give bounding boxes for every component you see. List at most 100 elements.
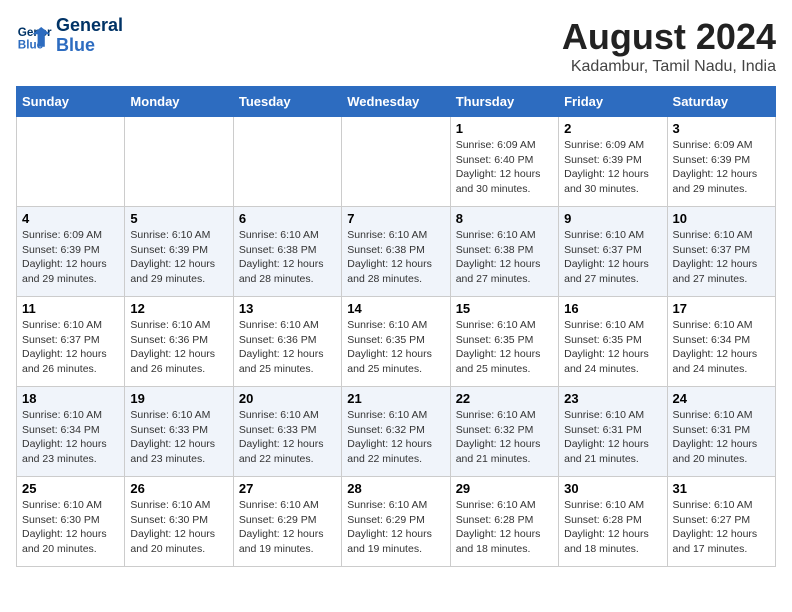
day-number: 3: [673, 121, 770, 136]
day-info: Sunrise: 6:10 AMSunset: 6:38 PMDaylight:…: [239, 228, 336, 287]
calendar-cell: 9 Sunrise: 6:10 AMSunset: 6:37 PMDaylight…: [559, 207, 667, 297]
day-info: Sunrise: 6:10 AMSunset: 6:35 PMDaylight:…: [564, 318, 661, 377]
day-number: 1: [456, 121, 553, 136]
day-info: Sunrise: 6:10 AMSunset: 6:37 PMDaylight:…: [673, 228, 770, 287]
day-number: 26: [130, 481, 227, 496]
day-info: Sunrise: 6:10 AMSunset: 6:34 PMDaylight:…: [673, 318, 770, 377]
day-info: Sunrise: 6:10 AMSunset: 6:38 PMDaylight:…: [456, 228, 553, 287]
calendar-cell: 12Sunrise: 6:10 AMSunset: 6:36 PMDayligh…: [125, 297, 233, 387]
day-info: Sunrise: 6:10 AMSunset: 6:31 PMDaylight:…: [564, 408, 661, 467]
calendar-header-row: SundayMondayTuesdayWednesdayThursdayFrid…: [17, 87, 776, 117]
day-number: 20: [239, 391, 336, 406]
calendar-week-row: 18 Sunrise: 6:10 AMSunset: 6:34 PMDayligh…: [17, 387, 776, 477]
col-header-tuesday: Tuesday: [233, 87, 341, 117]
col-header-saturday: Saturday: [667, 87, 775, 117]
calendar-cell: 26 Sunrise: 6:10 AMSunset: 6:30 PMDayligh…: [125, 477, 233, 567]
calendar-cell: 16 Sunrise: 6:10 AMSunset: 6:35 PMDayligh…: [559, 297, 667, 387]
day-info: Sunrise: 6:09 AMSunset: 6:39 PMDaylight:…: [564, 138, 661, 197]
calendar-cell: 21 Sunrise: 6:10 AMSunset: 6:32 PMDayligh…: [342, 387, 450, 477]
day-number: 16: [564, 301, 661, 316]
day-number: 14: [347, 301, 444, 316]
day-number: 9: [564, 211, 661, 226]
day-info: Sunrise: 6:10 AMSunset: 6:34 PMDaylight:…: [22, 408, 119, 467]
subtitle: Kadambur, Tamil Nadu, India: [562, 58, 776, 76]
day-number: 23: [564, 391, 661, 406]
calendar-cell: 24 Sunrise: 6:10 AMSunset: 6:31 PMDayligh…: [667, 387, 775, 477]
calendar-cell: 23 Sunrise: 6:10 AMSunset: 6:31 PMDayligh…: [559, 387, 667, 477]
calendar-cell: 15Sunrise: 6:10 AMSunset: 6:35 PMDayligh…: [450, 297, 558, 387]
day-number: 12: [130, 301, 227, 316]
calendar-cell: 31 Sunrise: 6:10 AMSunset: 6:27 PMDayligh…: [667, 477, 775, 567]
logo-text: General Blue: [56, 16, 123, 56]
day-info: Sunrise: 6:09 AMSunset: 6:39 PMDaylight:…: [22, 228, 119, 287]
day-number: 30: [564, 481, 661, 496]
day-info: Sunrise: 6:10 AMSunset: 6:35 PMDaylight:…: [456, 318, 553, 377]
day-info: Sunrise: 6:09 AMSunset: 6:39 PMDaylight:…: [673, 138, 770, 197]
day-info: Sunrise: 6:09 AMSunset: 6:40 PMDaylight:…: [456, 138, 553, 197]
day-number: 24: [673, 391, 770, 406]
day-number: 11: [22, 301, 119, 316]
calendar-cell: 28 Sunrise: 6:10 AMSunset: 6:29 PMDayligh…: [342, 477, 450, 567]
calendar-cell: 22Sunrise: 6:10 AMSunset: 6:32 PMDayligh…: [450, 387, 558, 477]
calendar-cell: 18 Sunrise: 6:10 AMSunset: 6:34 PMDayligh…: [17, 387, 125, 477]
col-header-sunday: Sunday: [17, 87, 125, 117]
day-number: 8: [456, 211, 553, 226]
day-info: Sunrise: 6:10 AMSunset: 6:35 PMDaylight:…: [347, 318, 444, 377]
day-info: Sunrise: 6:10 AMSunset: 6:28 PMDaylight:…: [564, 498, 661, 557]
calendar-cell: 17 Sunrise: 6:10 AMSunset: 6:34 PMDayligh…: [667, 297, 775, 387]
col-header-monday: Monday: [125, 87, 233, 117]
day-number: 28: [347, 481, 444, 496]
day-info: Sunrise: 6:10 AMSunset: 6:27 PMDaylight:…: [673, 498, 770, 557]
calendar-cell: [17, 117, 125, 207]
main-title: August 2024: [562, 16, 776, 58]
calendar-cell: 25 Sunrise: 6:10 AMSunset: 6:30 PMDayligh…: [17, 477, 125, 567]
calendar-cell: 3 Sunrise: 6:09 AMSunset: 6:39 PMDaylight…: [667, 117, 775, 207]
calendar-cell: [342, 117, 450, 207]
title-area: August 2024 Kadambur, Tamil Nadu, India: [562, 16, 776, 76]
day-info: Sunrise: 6:10 AMSunset: 6:38 PMDaylight:…: [347, 228, 444, 287]
logo-line2: Blue: [56, 36, 123, 56]
day-number: 29: [456, 481, 553, 496]
day-info: Sunrise: 6:10 AMSunset: 6:30 PMDaylight:…: [130, 498, 227, 557]
day-info: Sunrise: 6:10 AMSunset: 6:39 PMDaylight:…: [130, 228, 227, 287]
day-info: Sunrise: 6:10 AMSunset: 6:36 PMDaylight:…: [239, 318, 336, 377]
header: General Blue General Blue August 2024 Ka…: [16, 16, 776, 76]
day-info: Sunrise: 6:10 AMSunset: 6:31 PMDaylight:…: [673, 408, 770, 467]
day-number: 17: [673, 301, 770, 316]
day-number: 5: [130, 211, 227, 226]
day-info: Sunrise: 6:10 AMSunset: 6:33 PMDaylight:…: [239, 408, 336, 467]
calendar-cell: 5 Sunrise: 6:10 AMSunset: 6:39 PMDaylight…: [125, 207, 233, 297]
calendar-table: SundayMondayTuesdayWednesdayThursdayFrid…: [16, 86, 776, 567]
day-number: 19: [130, 391, 227, 406]
calendar-cell: [233, 117, 341, 207]
logo-icon: General Blue: [16, 18, 52, 54]
col-header-thursday: Thursday: [450, 87, 558, 117]
day-number: 25: [22, 481, 119, 496]
calendar-cell: 13 Sunrise: 6:10 AMSunset: 6:36 PMDayligh…: [233, 297, 341, 387]
day-number: 18: [22, 391, 119, 406]
calendar-cell: 14 Sunrise: 6:10 AMSunset: 6:35 PMDayligh…: [342, 297, 450, 387]
calendar-week-row: 4Sunrise: 6:09 AMSunset: 6:39 PMDaylight…: [17, 207, 776, 297]
col-header-friday: Friday: [559, 87, 667, 117]
col-header-wednesday: Wednesday: [342, 87, 450, 117]
day-number: 13: [239, 301, 336, 316]
day-info: Sunrise: 6:10 AMSunset: 6:32 PMDaylight:…: [456, 408, 553, 467]
day-info: Sunrise: 6:10 AMSunset: 6:32 PMDaylight:…: [347, 408, 444, 467]
calendar-cell: 30 Sunrise: 6:10 AMSunset: 6:28 PMDayligh…: [559, 477, 667, 567]
day-number: 6: [239, 211, 336, 226]
day-number: 10: [673, 211, 770, 226]
calendar-cell: 8 Sunrise: 6:10 AMSunset: 6:38 PMDaylight…: [450, 207, 558, 297]
day-number: 21: [347, 391, 444, 406]
logo-line1: General: [56, 16, 123, 36]
calendar-cell: 20 Sunrise: 6:10 AMSunset: 6:33 PMDayligh…: [233, 387, 341, 477]
day-info: Sunrise: 6:10 AMSunset: 6:37 PMDaylight:…: [22, 318, 119, 377]
calendar-week-row: 1 Sunrise: 6:09 AMSunset: 6:40 PMDaylight…: [17, 117, 776, 207]
calendar-cell: 2Sunrise: 6:09 AMSunset: 6:39 PMDaylight…: [559, 117, 667, 207]
day-number: 31: [673, 481, 770, 496]
calendar-cell: 1 Sunrise: 6:09 AMSunset: 6:40 PMDaylight…: [450, 117, 558, 207]
calendar-cell: 27Sunrise: 6:10 AMSunset: 6:29 PMDayligh…: [233, 477, 341, 567]
day-info: Sunrise: 6:10 AMSunset: 6:30 PMDaylight:…: [22, 498, 119, 557]
day-number: 7: [347, 211, 444, 226]
day-info: Sunrise: 6:10 AMSunset: 6:29 PMDaylight:…: [347, 498, 444, 557]
day-info: Sunrise: 6:10 AMSunset: 6:37 PMDaylight:…: [564, 228, 661, 287]
